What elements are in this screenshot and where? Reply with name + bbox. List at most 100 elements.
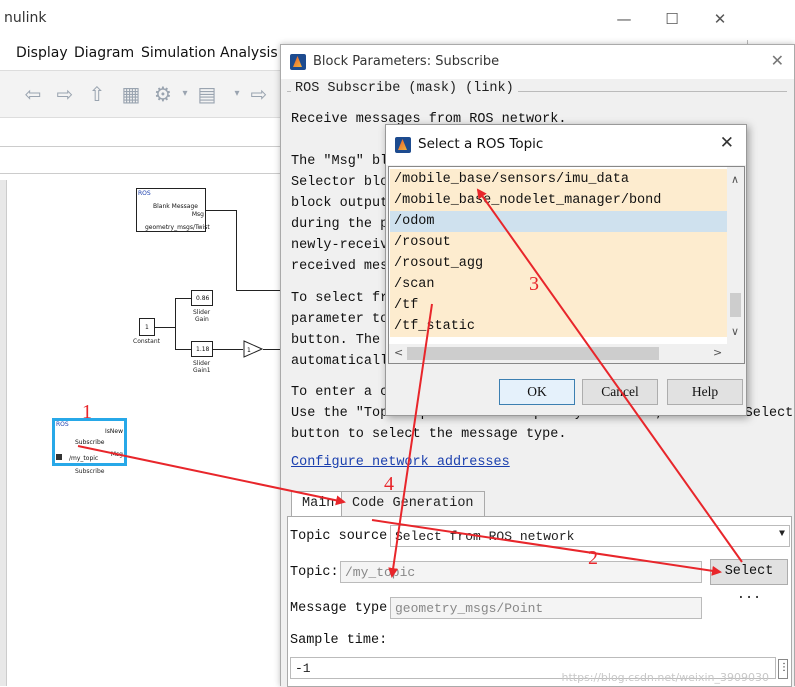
port-label-msg: Msg bbox=[110, 451, 123, 458]
topic-list-item[interactable]: /scan bbox=[390, 274, 727, 295]
tab-main[interactable]: Main bbox=[291, 491, 346, 517]
wire bbox=[206, 210, 236, 211]
more-options-icon[interactable]: ⋮ bbox=[778, 659, 789, 679]
scroll-down-icon[interactable]: ∨ bbox=[731, 325, 739, 338]
minimize-button[interactable]: — bbox=[604, 8, 644, 32]
model-explorer-icon[interactable]: ▤ bbox=[196, 83, 218, 105]
wire bbox=[175, 298, 176, 349]
close-icon[interactable]: ✕ bbox=[771, 51, 784, 70]
blank-message-block[interactable]: ROS Blank Message Msg geometry_msgs/Twis… bbox=[136, 188, 210, 232]
watermark: https://blog.csdn.net/weixin_3909030 bbox=[561, 671, 769, 684]
dropdown-arrow-icon: ▼ bbox=[778, 529, 785, 540]
wire bbox=[155, 327, 175, 328]
port-label-msg: Msg bbox=[191, 211, 204, 218]
maximize-button[interactable]: ☐ bbox=[652, 8, 692, 32]
menu-analysis[interactable]: Analysis bbox=[220, 45, 278, 61]
topic-list-item[interactable]: /mobile_base_nodelet_manager/bond bbox=[390, 190, 727, 211]
sample-time-label: Sample time: bbox=[290, 633, 388, 648]
description-line: button. The m bbox=[291, 333, 397, 348]
description-line: To select fro bbox=[291, 291, 397, 306]
port-label-isnew: IsNew bbox=[105, 428, 123, 435]
horizontal-scrollbar[interactable]: < > bbox=[389, 344, 744, 363]
scroll-right-icon[interactable]: > bbox=[713, 346, 722, 359]
topic-source-label: Topic source: bbox=[290, 529, 396, 544]
wire bbox=[175, 349, 191, 350]
dialog-titlebar: Block Parameters: Subscribe ✕ bbox=[281, 45, 794, 79]
scroll-up-icon[interactable]: ∧ bbox=[731, 173, 739, 186]
configure-network-link[interactable]: Configure network addresses bbox=[291, 455, 510, 470]
message-type-label: Message type: bbox=[290, 601, 396, 616]
topic-rows: /mobile_base/sensors/imu_data/mobile_bas… bbox=[390, 169, 727, 343]
vertical-scroll-thumb[interactable] bbox=[730, 293, 741, 317]
up-arrow-icon[interactable]: ⇧ bbox=[86, 83, 108, 105]
close-icon[interactable]: ✕ bbox=[720, 133, 734, 153]
tab-code-generation[interactable]: Code Generation bbox=[341, 491, 485, 517]
menu-simulation[interactable]: Simulation bbox=[141, 45, 216, 61]
explorer-dropdown-icon[interactable]: ▾ bbox=[226, 83, 248, 105]
block-label: Subscribe bbox=[75, 439, 105, 446]
slider-caption: Slider bbox=[193, 309, 211, 316]
dialog-title: Block Parameters: Subscribe bbox=[313, 54, 500, 69]
simulink-app-icon bbox=[395, 137, 411, 153]
topic-list-item[interactable]: /odom bbox=[390, 211, 727, 232]
step-icon[interactable]: ⇨ bbox=[248, 83, 270, 105]
topic-list-item[interactable]: /mobile_base/sensors/imu_data bbox=[390, 169, 727, 190]
description-line: received mess bbox=[291, 259, 397, 274]
topic-field[interactable]: /my_topic bbox=[340, 561, 702, 583]
lock-icon bbox=[56, 454, 62, 460]
message-type-field[interactable]: geometry_msgs/Point bbox=[390, 597, 702, 619]
close-window-button[interactable]: ✕ bbox=[700, 8, 740, 32]
main-tab-panel: Topic source: Select from ROS network ▼ … bbox=[287, 516, 792, 687]
constant-value: 1 bbox=[145, 324, 149, 331]
scroll-left-icon[interactable]: < bbox=[394, 346, 403, 359]
select-ros-topic-dialog: Select a ROS Topic ✕ /mobile_base/sensor… bbox=[385, 124, 747, 416]
topic-list-item[interactable]: /tf bbox=[390, 295, 727, 316]
window-title: nulink bbox=[4, 10, 47, 26]
slider-caption: Gain1 bbox=[193, 367, 211, 374]
topic-source-select[interactable]: Select from ROS network ▼ bbox=[390, 525, 790, 547]
gain-triangle-value: 1 bbox=[247, 347, 251, 354]
subscribe-block[interactable]: ROS IsNew Subscribe Msg /my_topic bbox=[52, 418, 127, 466]
gain-value: 0.86 bbox=[196, 295, 210, 302]
mask-group-title: ROS Subscribe (mask) (link) bbox=[291, 81, 518, 96]
simulink-titlebar: nulink — ☐ ✕ bbox=[0, 0, 748, 40]
back-arrow-icon[interactable]: ⇦ bbox=[22, 83, 44, 105]
subscribe-caption: Subscribe bbox=[75, 468, 105, 475]
cancel-button[interactable]: Cancel bbox=[582, 379, 658, 405]
topic-listbox[interactable]: /mobile_base/sensors/imu_data/mobile_bas… bbox=[388, 166, 745, 364]
slider-gain-block[interactable]: 0.86 bbox=[191, 290, 213, 306]
constant-caption: Constant bbox=[133, 338, 160, 345]
gain-value: 1.18 bbox=[196, 346, 210, 353]
topic-list-item[interactable]: /rosout_agg bbox=[390, 253, 727, 274]
wire bbox=[213, 349, 243, 350]
ros-tag: ROS bbox=[56, 421, 69, 428]
topic-source-value: Select from ROS network bbox=[395, 529, 575, 544]
menu-display[interactable]: Display bbox=[16, 45, 68, 61]
slider-gain1-block[interactable]: 1.18 bbox=[191, 341, 213, 357]
constant-block[interactable]: 1 bbox=[139, 318, 155, 336]
gain-triangle-block[interactable]: 1 bbox=[243, 340, 263, 358]
select-button[interactable]: Select ... bbox=[710, 559, 788, 603]
block-topic: /my_topic bbox=[69, 455, 99, 462]
description-line: button to select the message type. bbox=[291, 427, 567, 442]
simulink-app-icon bbox=[290, 54, 306, 70]
wire bbox=[236, 290, 286, 291]
wire bbox=[236, 210, 237, 290]
settings-gear-icon[interactable]: ⚙ bbox=[152, 83, 174, 105]
horizontal-scroll-thumb[interactable] bbox=[407, 347, 659, 360]
block-label: Blank Message bbox=[153, 203, 198, 210]
topic-label: Topic: bbox=[290, 565, 339, 580]
forward-arrow-icon[interactable]: ⇨ bbox=[54, 83, 76, 105]
block-type: geometry_msgs/Twist bbox=[145, 224, 210, 231]
help-button[interactable]: Help bbox=[667, 379, 743, 405]
settings-dropdown-icon[interactable]: ▾ bbox=[174, 83, 196, 105]
ok-button[interactable]: OK bbox=[499, 379, 575, 405]
tab-bar: Main Code Generation bbox=[287, 491, 792, 517]
menu-diagram[interactable]: Diagram bbox=[74, 45, 134, 61]
library-browser-icon[interactable]: ▦ bbox=[120, 83, 142, 105]
vertical-scrollbar[interactable]: ∧ ∨ bbox=[727, 167, 744, 345]
topic-list-item[interactable]: /rosout bbox=[390, 232, 727, 253]
slider-caption: Gain bbox=[195, 316, 209, 323]
dialog-titlebar: Select a ROS Topic ✕ bbox=[386, 125, 746, 165]
topic-list-item[interactable]: /tf_static bbox=[390, 316, 727, 337]
